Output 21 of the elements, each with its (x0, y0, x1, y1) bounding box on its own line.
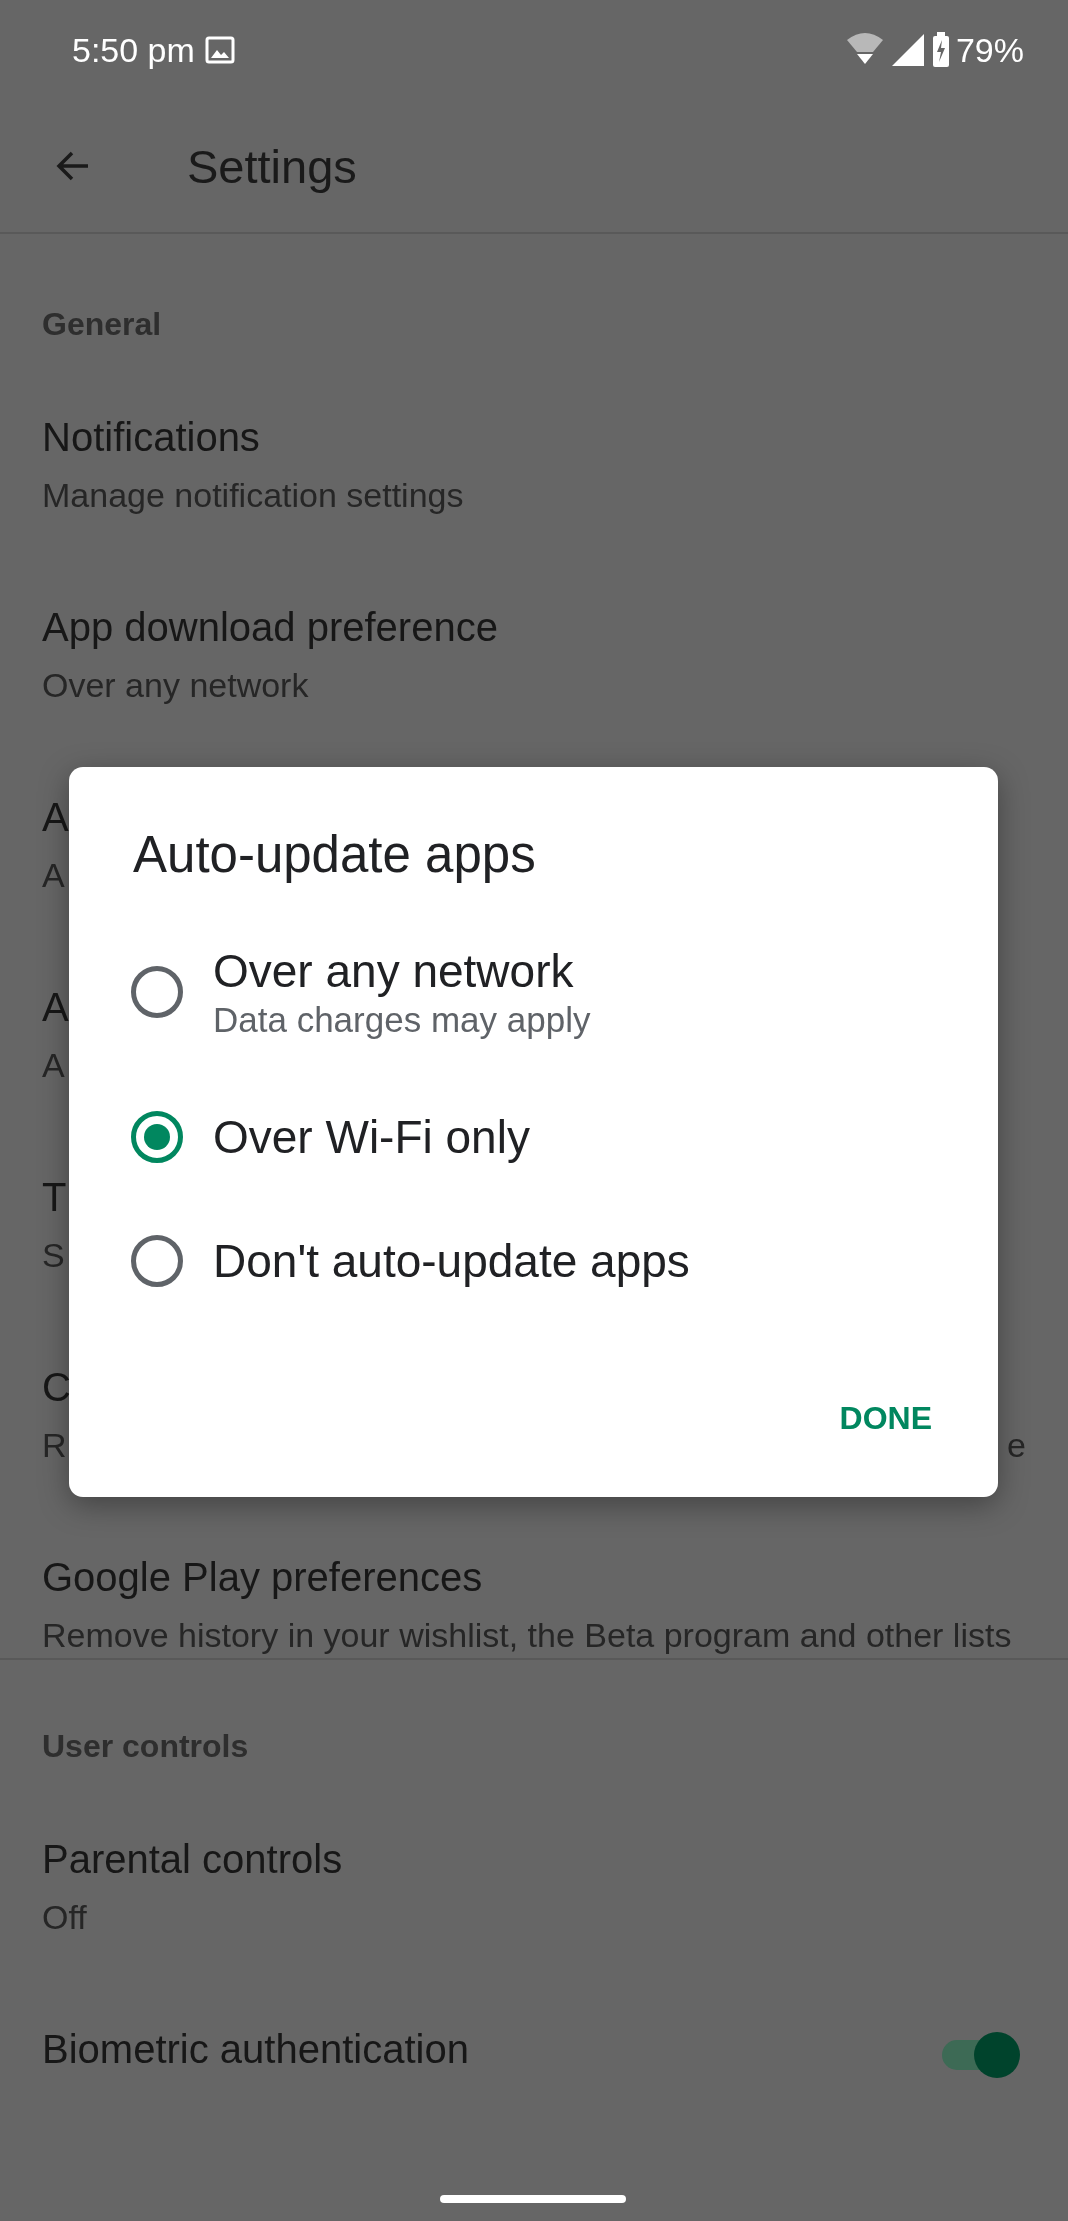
radio-button[interactable] (131, 1235, 183, 1287)
settings-item[interactable]: App download preference Over any network (0, 532, 1068, 722)
back-arrow-icon[interactable] (56, 150, 90, 182)
section-header: User controls (41, 1727, 250, 1764)
battery-charging-icon (931, 32, 950, 68)
radio-button[interactable] (131, 966, 183, 1018)
done-button[interactable]: DONE (819, 1379, 952, 1457)
battery-percentage: 79% (955, 30, 1024, 70)
navigation-handle[interactable] (440, 2195, 626, 2203)
radio-option[interactable]: Don't auto-update apps (69, 1199, 998, 1323)
settings-item[interactable]: Biometric authentication (0, 1954, 1068, 2094)
radio-option[interactable]: Over Wi-Fi only (69, 1075, 998, 1199)
section-header: General (41, 305, 163, 342)
radio-option[interactable]: Over any network Data charges may apply (69, 909, 998, 1075)
dialog-title: Auto-update apps (133, 827, 536, 883)
image-icon (204, 36, 235, 64)
settings-item[interactable]: Parental controls Off (0, 1764, 1068, 1954)
page-title: Settings (187, 138, 357, 194)
radio-button[interactable] (131, 1111, 183, 1163)
status-time: 5:50 pm (72, 30, 195, 70)
settings-item[interactable]: Notifications Manage notification settings (0, 342, 1068, 532)
